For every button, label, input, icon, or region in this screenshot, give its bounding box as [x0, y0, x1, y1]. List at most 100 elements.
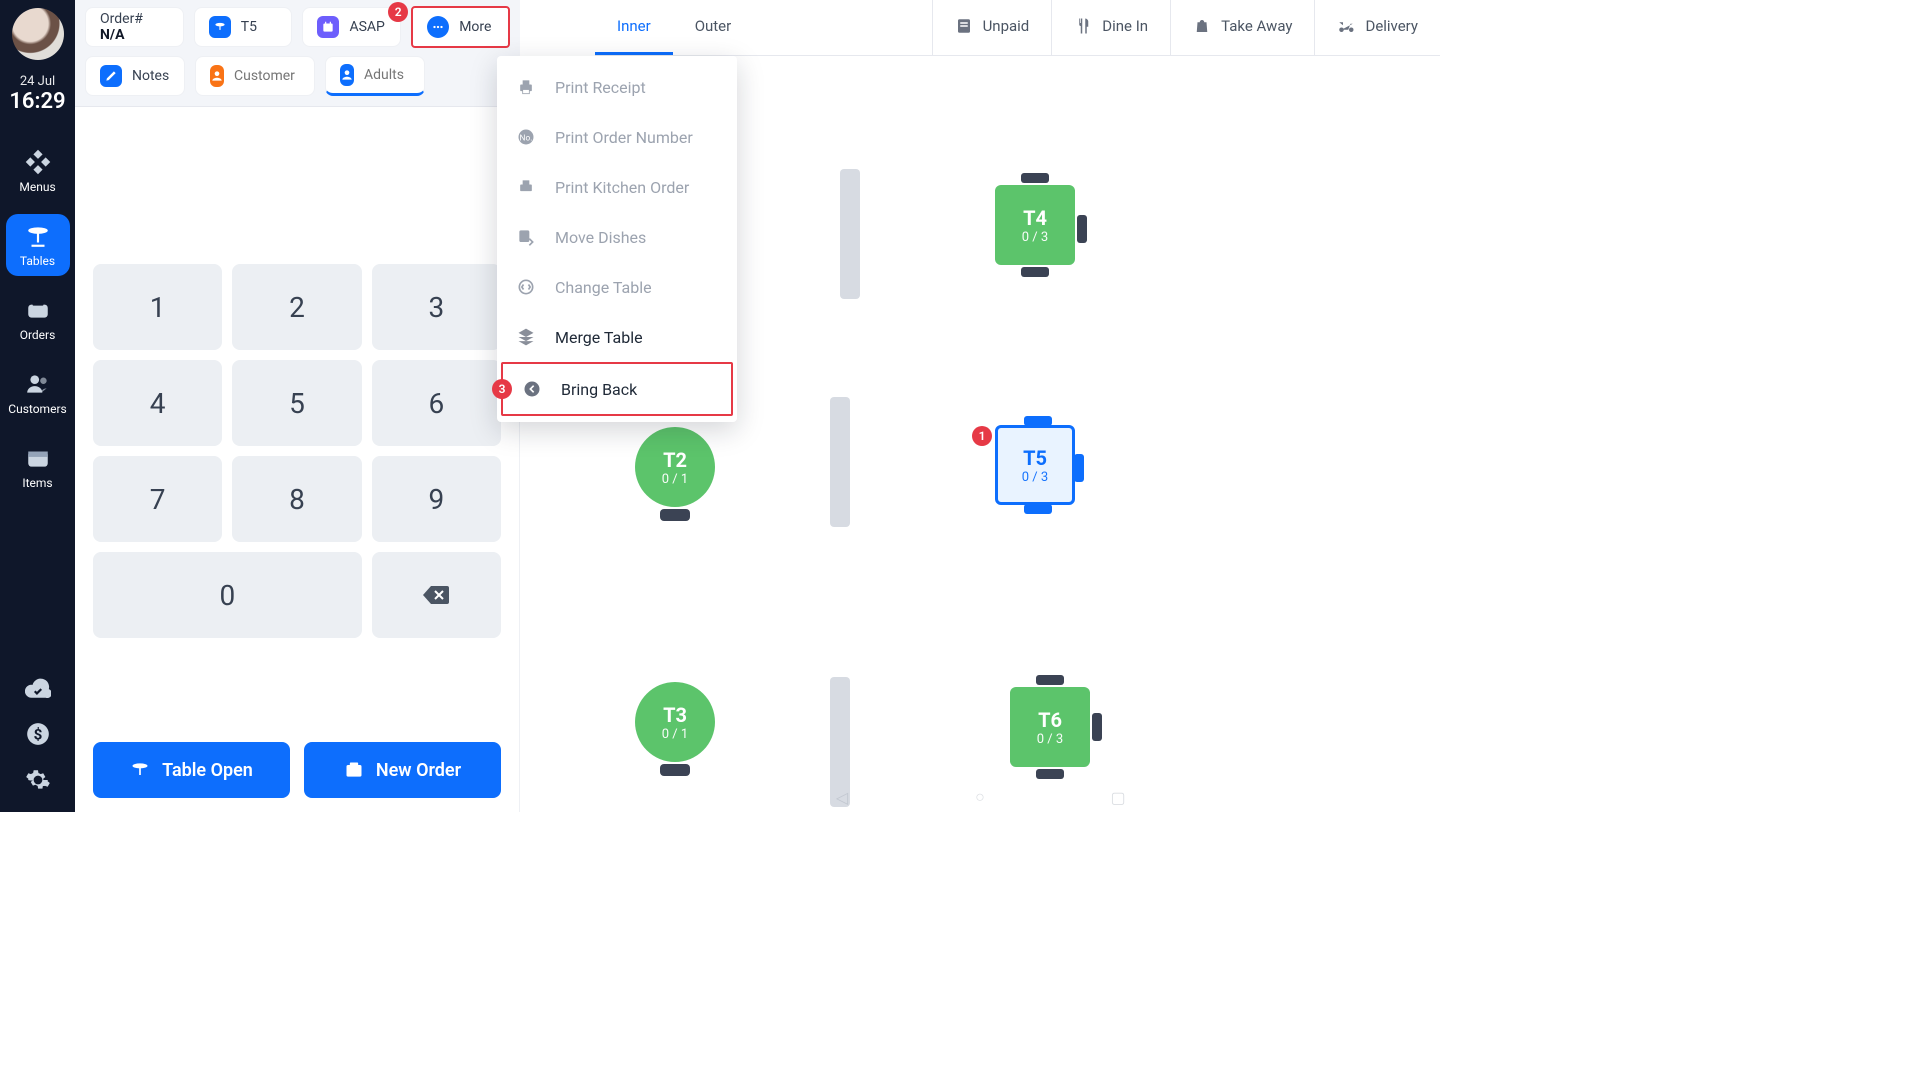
customer-input[interactable]	[234, 68, 314, 84]
dd-label: Merge Table	[555, 328, 643, 347]
sidebar-item-label: Items	[22, 476, 52, 490]
sidebar-item-label: Tables	[20, 254, 55, 268]
asap-label: ASAP	[349, 19, 384, 35]
dd-label: Print Order Number	[555, 128, 693, 147]
wall	[830, 397, 850, 527]
chair-icon	[1036, 769, 1064, 779]
gear-icon[interactable]	[24, 766, 52, 794]
mode-delivery[interactable]: Delivery	[1315, 0, 1440, 55]
more-icon	[427, 16, 449, 38]
table-name: T3	[663, 703, 687, 727]
table-t3[interactable]: T3 0 / 1	[635, 682, 715, 762]
table-t6[interactable]: T6 0 / 3	[1010, 687, 1090, 767]
keypad-5[interactable]: 5	[232, 360, 361, 446]
dd-merge-table[interactable]: Merge Table	[497, 312, 737, 362]
keypad-0[interactable]: 0	[93, 552, 362, 638]
chair-icon	[1021, 173, 1049, 183]
table-chip-icon	[209, 16, 231, 38]
tip-jar-icon[interactable]: $	[24, 720, 52, 748]
number-icon: No.	[515, 126, 537, 148]
dd-print-order-number[interactable]: No. Print Order Number	[497, 112, 737, 162]
mode-dinein[interactable]: Dine In	[1052, 0, 1170, 55]
asap-pill[interactable]: ASAP 2	[302, 7, 401, 47]
new-order-button[interactable]: New Order	[304, 742, 501, 798]
table-open-button[interactable]: Table Open	[93, 742, 290, 798]
keypad-backspace[interactable]	[372, 552, 501, 638]
dd-print-kitchen-order[interactable]: Print Kitchen Order	[497, 162, 737, 212]
button-label: New Order	[376, 760, 461, 781]
dd-move-dishes[interactable]: Move Dishes	[497, 212, 737, 262]
keypad-8[interactable]: 8	[232, 456, 361, 542]
table-t4[interactable]: T4 0 / 3	[995, 185, 1075, 265]
dd-change-table[interactable]: Change Table	[497, 262, 737, 312]
table-capacity: 0 / 3	[1022, 230, 1048, 245]
table-pill[interactable]: T5	[194, 7, 293, 47]
keypad-1[interactable]: 1	[93, 264, 222, 350]
sidebar-date: 24 Jul	[20, 74, 55, 89]
keypad-4[interactable]: 4	[93, 360, 222, 446]
callout-badge-1: 1	[972, 426, 992, 446]
table-name: T6	[1038, 708, 1062, 732]
sidebar-item-customers[interactable]: Customers	[6, 362, 70, 424]
table-t2[interactable]: T2 0 / 1	[635, 427, 715, 507]
table-capacity: 0 / 1	[662, 472, 688, 487]
area-tab-inner[interactable]: Inner	[595, 0, 673, 55]
keypad-3[interactable]: 3	[372, 264, 501, 350]
recent-icon[interactable]: ▢	[1109, 788, 1127, 806]
dd-label: Print Kitchen Order	[555, 178, 689, 197]
notes-pill[interactable]: Notes	[85, 56, 185, 96]
table-t5[interactable]: 1 T5 0 / 3	[995, 425, 1075, 505]
sidebar-item-label: Orders	[20, 328, 56, 342]
keypad-7[interactable]: 7	[93, 456, 222, 542]
svg-text:$: $	[33, 725, 42, 743]
more-button[interactable]: More	[411, 6, 510, 48]
chair-icon	[1024, 504, 1052, 514]
chair-icon	[1024, 416, 1052, 426]
chair-icon	[1074, 454, 1084, 482]
area-tab-outer[interactable]: Outer	[673, 0, 754, 55]
back-icon[interactable]: ◁	[833, 788, 851, 806]
mode-label: Unpaid	[983, 17, 1030, 35]
table-name: T5	[1023, 446, 1047, 470]
backspace-icon	[421, 584, 451, 606]
dd-label: Move Dishes	[555, 228, 646, 247]
home-icon[interactable]: ○	[971, 788, 989, 806]
table-name: T2	[663, 448, 687, 472]
notes-icon	[100, 65, 122, 87]
mode-label: Take Away	[1221, 17, 1292, 35]
mode-unpaid[interactable]: Unpaid	[933, 0, 1052, 55]
adults-pill[interactable]	[325, 56, 425, 96]
dd-bring-back[interactable]: 3 Bring Back	[501, 362, 733, 416]
dd-print-receipt[interactable]: Print Receipt	[497, 62, 737, 112]
table-capacity: 0 / 3	[1022, 470, 1048, 485]
cloud-check-icon[interactable]	[24, 674, 52, 702]
keypad-9[interactable]: 9	[372, 456, 501, 542]
chair-icon	[1021, 267, 1049, 277]
move-icon	[515, 226, 537, 248]
adults-input[interactable]	[364, 67, 414, 83]
table-open-icon	[130, 760, 150, 780]
kitchen-printer-icon	[515, 176, 537, 198]
orders-icon	[24, 296, 52, 324]
keypad-6[interactable]: 6	[372, 360, 501, 446]
mode-label: Dine In	[1102, 17, 1148, 35]
more-label: More	[459, 19, 491, 35]
sidebar-item-items[interactable]: Items	[6, 436, 70, 498]
chair-icon	[1036, 675, 1064, 685]
scooter-icon	[1337, 17, 1355, 35]
order-number-pill[interactable]: Order# N/A	[85, 7, 184, 47]
customer-pill[interactable]	[195, 56, 315, 96]
time-chip-icon	[317, 16, 339, 38]
items-icon	[24, 444, 52, 472]
grid-icon	[24, 148, 52, 176]
merge-icon	[515, 326, 537, 348]
avatar[interactable]	[12, 8, 64, 60]
sidebar-item-orders[interactable]: Orders	[6, 288, 70, 350]
undo-icon	[521, 378, 543, 400]
mode-takeaway[interactable]: Take Away	[1171, 0, 1314, 55]
sidebar-item-menus[interactable]: Menus	[6, 140, 70, 202]
sidebar: 24 Jul 16:29 Menus Tables Orders Custome…	[0, 0, 75, 812]
keypad-2[interactable]: 2	[232, 264, 361, 350]
table-capacity: 0 / 1	[662, 727, 688, 742]
sidebar-item-tables[interactable]: Tables	[6, 214, 70, 276]
